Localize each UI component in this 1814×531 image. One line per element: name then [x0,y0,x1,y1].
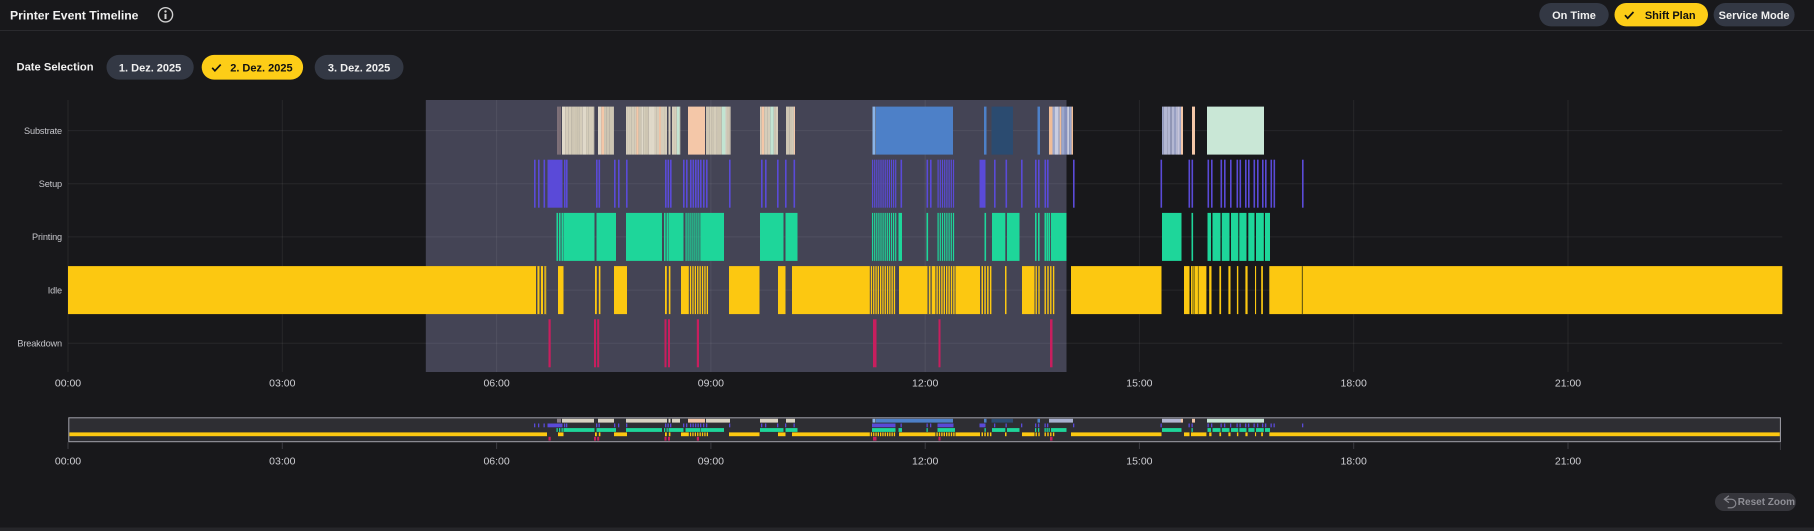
svg-text:Substrate: Substrate [24,126,62,136]
svg-text:09:00: 09:00 [698,456,724,468]
svg-text:00:00: 00:00 [55,456,81,468]
svg-text:3. Dez. 2025: 3. Dez. 2025 [328,62,390,74]
svg-text:Shift Plan: Shift Plan [1645,10,1696,22]
svg-text:Breakdown: Breakdown [17,339,62,349]
svg-text:1. Dez. 2025: 1. Dez. 2025 [119,62,181,74]
svg-text:Printing: Printing [32,232,62,242]
svg-text:On Time: On Time [1552,10,1596,22]
svg-text:18:00: 18:00 [1341,378,1367,390]
svg-text:09:00: 09:00 [698,378,724,390]
svg-text:06:00: 06:00 [483,378,509,390]
svg-text:21:00: 21:00 [1555,378,1581,390]
svg-text:03:00: 03:00 [269,456,295,468]
svg-text:Idle: Idle [48,285,62,295]
svg-text:15:00: 15:00 [1126,456,1152,468]
svg-text:12:00: 12:00 [912,456,938,468]
svg-text:00:00: 00:00 [55,378,81,390]
svg-text:18:00: 18:00 [1341,456,1367,468]
svg-text:Service Mode: Service Mode [1719,10,1790,22]
svg-text:Printer Event Timeline: Printer Event Timeline [10,9,139,23]
svg-text:15:00: 15:00 [1126,378,1152,390]
svg-text:21:00: 21:00 [1555,456,1581,468]
svg-text:Setup: Setup [39,179,62,189]
svg-text:03:00: 03:00 [269,378,295,390]
svg-text:06:00: 06:00 [483,456,509,468]
svg-text:2. Dez. 2025: 2. Dez. 2025 [230,62,292,74]
svg-text:Reset Zoom: Reset Zoom [1738,497,1795,508]
svg-text:12:00: 12:00 [912,378,938,390]
svg-text:Date Selection: Date Selection [17,61,94,73]
